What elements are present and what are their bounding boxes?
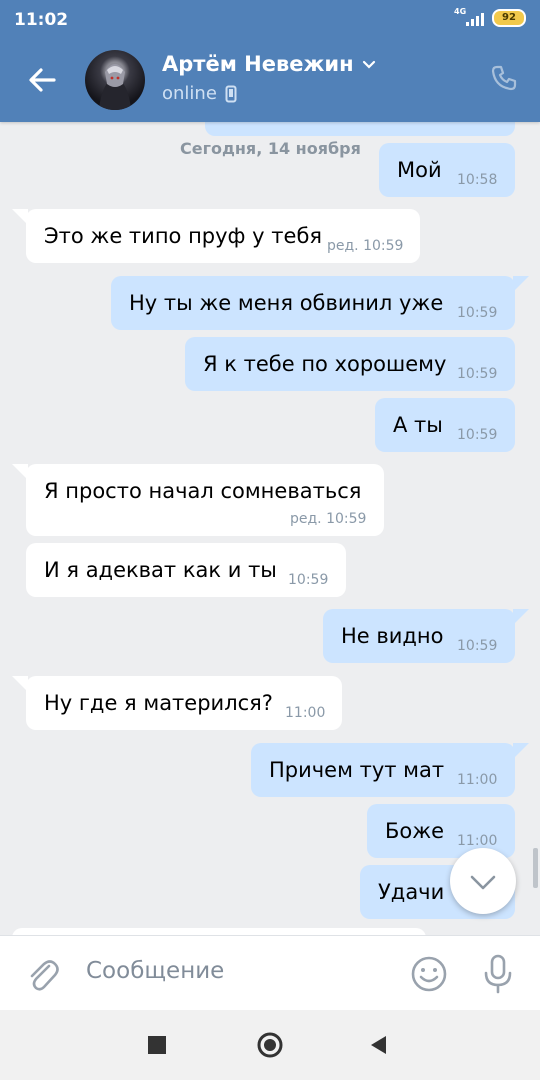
chat-header: 11:02 4G 92 Артём Невежин online <box>0 0 540 122</box>
message-bubble[interactable]: Ну где я матерился? 11:00 <box>26 676 342 730</box>
message-text: И я адекват как и ты <box>44 558 277 582</box>
message-time: 10:59 <box>457 305 498 321</box>
network-type: 4G <box>454 7 467 16</box>
bubble-tail <box>513 609 529 625</box>
message-text: Боже <box>385 819 445 843</box>
signal-icon: 4G <box>454 7 484 26</box>
message-bubble[interactable]: И я адекват как и ты 10:59 <box>26 543 346 597</box>
message-bubble[interactable]: А ты 10:59 <box>375 398 515 452</box>
presence-status: online <box>162 83 237 104</box>
bubble-tail <box>12 209 28 225</box>
microphone-icon[interactable] <box>481 953 515 995</box>
phone-icon[interactable] <box>490 64 518 92</box>
bubble-tail <box>513 743 529 759</box>
message-time: ред. 10:59 <box>290 511 367 527</box>
mobile-icon <box>225 85 237 102</box>
date-separator: Сегодня, 14 ноября <box>180 139 361 158</box>
chevron-down-icon <box>470 875 496 890</box>
status-text: online <box>162 83 217 104</box>
message-text: Ну где я матерился? <box>44 691 273 715</box>
bubble-tail <box>513 276 529 292</box>
system-nav-bar <box>0 1010 540 1080</box>
message-text: Причем тут мат <box>269 758 445 782</box>
message-composer: Сообщение <box>0 935 540 1011</box>
bubble-tail <box>12 464 28 480</box>
message-bubble[interactable]: Я к тебе по хорошему 10:59 <box>185 337 515 391</box>
status-time: 11:02 <box>14 10 69 30</box>
message-time: 10:59 <box>457 638 498 654</box>
paperclip-icon[interactable] <box>24 954 60 994</box>
message-bubble[interactable]: Причем тут мат 11:00 <box>251 743 515 797</box>
message-text: Ну ты же меня обвинил уже <box>129 291 444 315</box>
message-time: ред. 10:59 <box>327 238 404 254</box>
scroll-to-bottom-button[interactable] <box>450 848 516 914</box>
scrollbar[interactable] <box>533 848 538 888</box>
message-text: А ты <box>393 413 443 437</box>
message-text: Не видно <box>341 624 444 648</box>
message-text: Удачи <box>378 880 445 904</box>
message-time: 10:59 <box>288 572 329 588</box>
battery-icon: 92 <box>492 9 526 27</box>
contact-name-text: Артём Невежин <box>162 52 354 76</box>
message-bubble[interactable]: Мой 10:58 <box>379 143 515 197</box>
message-bubble[interactable]: Это же типо пруф у тебя ред. 10:59 <box>26 209 420 263</box>
message-bubble[interactable]: Ну ты же меня обвинил уже 10:59 <box>111 276 515 330</box>
arrow-left-icon[interactable] <box>22 60 62 100</box>
message-time: 11:00 <box>285 705 326 721</box>
message-time: 10:59 <box>457 366 498 382</box>
chevron-down-icon <box>362 60 375 69</box>
square-icon[interactable] <box>146 1034 168 1056</box>
contact-name[interactable]: Артём Невежин <box>162 52 378 76</box>
message-input[interactable]: Сообщение <box>86 958 224 984</box>
message-bubble[interactable]: Я просто начал сомневаться ред. 10:59 <box>26 464 384 536</box>
message-text: Я к тебе по хорошему <box>203 352 447 376</box>
avatar[interactable] <box>85 50 145 110</box>
message-text: Это же типо пруф у тебя <box>44 224 323 248</box>
triangle-back-icon[interactable] <box>368 1034 390 1056</box>
message-bubble[interactable]: Не видно 10:59 <box>323 609 515 663</box>
smile-icon[interactable] <box>410 955 448 993</box>
bubble-tail <box>12 676 28 692</box>
message-time: 10:59 <box>457 427 498 443</box>
message-text: Я просто начал сомневаться <box>44 479 362 503</box>
message-time: 11:00 <box>457 772 498 788</box>
status-icons: 4G 92 <box>454 7 526 27</box>
circle-icon[interactable] <box>255 1030 285 1060</box>
message-text: Мой <box>397 158 442 182</box>
message-time: 10:58 <box>457 172 498 188</box>
message-time: 11:00 <box>457 833 498 849</box>
